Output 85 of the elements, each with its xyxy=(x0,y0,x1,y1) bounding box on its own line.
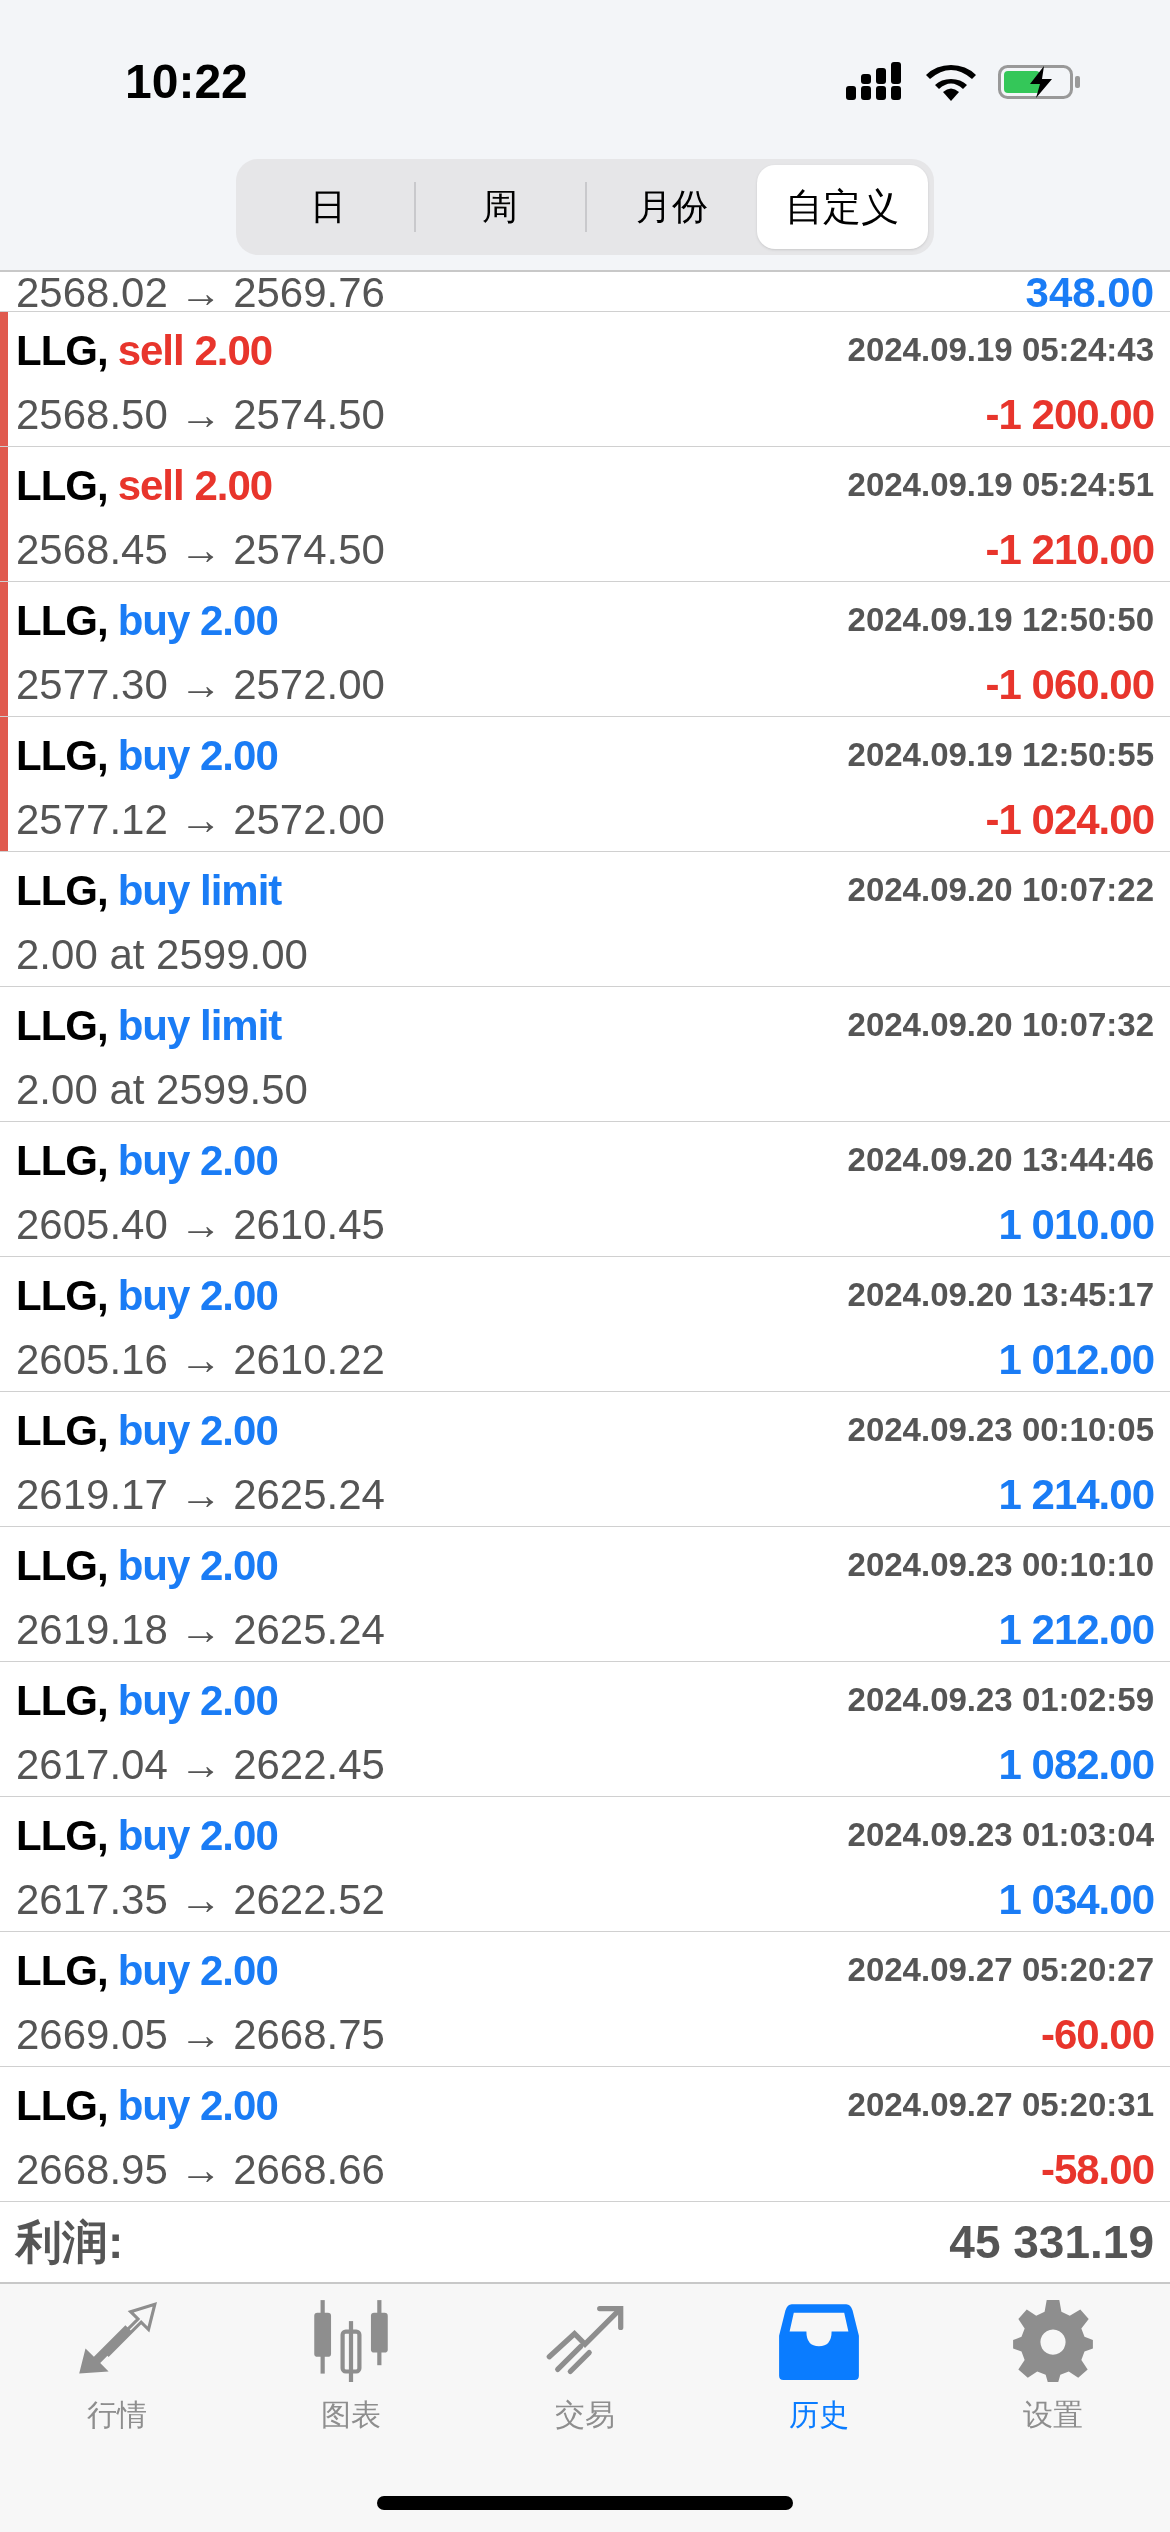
status-time: 10:22 xyxy=(125,53,248,110)
symbol-name: LLG, xyxy=(16,1000,108,1051)
total-profit: 45 331.19 xyxy=(949,2214,1154,2270)
profit-value: 348.00 xyxy=(1025,272,1154,311)
trade-action: buy 2.00 xyxy=(117,1675,278,1726)
profit-value: 1 212.00 xyxy=(998,1605,1154,1655)
trade-time: 2024.09.23 01:03:04 xyxy=(847,1815,1154,1856)
profit-value: -60.00 xyxy=(1040,2010,1154,2060)
symbol-name: LLG, xyxy=(16,1405,108,1456)
price-range: 2619.18 → 2625.24 xyxy=(16,1605,385,1655)
price-range: 2668.95 → 2668.66 xyxy=(16,2145,385,2195)
trade-action: buy limit xyxy=(117,1000,282,1051)
symbol-name: LLG, xyxy=(16,730,108,781)
symbol-name: LLG, xyxy=(16,1270,108,1321)
trade-action: buy 2.00 xyxy=(117,730,278,781)
trade-action: buy 2.00 xyxy=(117,1270,278,1321)
trade-action: sell 2.00 xyxy=(117,460,273,511)
symbol-name: LLG, xyxy=(16,1945,108,1996)
trade-time: 2024.09.27 05:20:27 xyxy=(847,1950,1154,1991)
profit-value: -1 200.00 xyxy=(985,390,1154,440)
segment-tab[interactable]: 月份 xyxy=(587,165,757,249)
trade-time: 2024.09.23 00:10:05 xyxy=(847,1410,1154,1451)
trade-time: 2024.09.19 12:50:50 xyxy=(847,600,1154,641)
price-range: 2568.02 → 2569.76 xyxy=(16,272,385,311)
trade-time: 2024.09.20 13:44:46 xyxy=(847,1140,1154,1181)
symbol-name: LLG, xyxy=(16,1810,108,1861)
symbol-name: LLG, xyxy=(16,595,108,646)
price-range: 2577.12 → 2572.00 xyxy=(16,795,385,845)
trade-action: buy limit xyxy=(117,865,282,916)
total-label: 利润: xyxy=(16,2214,124,2270)
profit-value: 1 082.00 xyxy=(998,1740,1154,1790)
segment-tab[interactable]: 日 xyxy=(242,165,414,249)
trade-action: buy 2.00 xyxy=(117,1540,278,1591)
profit-value: -1 024.00 xyxy=(985,795,1154,845)
price-range: 2568.45 → 2574.50 xyxy=(16,525,385,575)
wifi-icon xyxy=(926,62,976,101)
settings-icon xyxy=(1011,2298,1095,2382)
price-range: 2617.04 → 2622.45 xyxy=(16,1740,385,1790)
price-range: 2577.30 → 2572.00 xyxy=(16,660,385,710)
price-range: 2568.50 → 2574.50 xyxy=(16,390,385,440)
tab-bar-item[interactable]: 设置 xyxy=(936,2298,1170,2437)
trade-time: 2024.09.20 10:07:22 xyxy=(847,870,1154,911)
order-details: 2.00 at 2599.00 xyxy=(16,930,308,980)
profit-value: -1 060.00 xyxy=(985,660,1154,710)
symbol-name: LLG, xyxy=(16,1540,108,1591)
price-range: 2619.17 → 2625.24 xyxy=(16,1470,385,1520)
trade-time: 2024.09.27 05:20:31 xyxy=(847,2085,1154,2126)
tab-bar-item[interactable]: 图表 xyxy=(234,2298,468,2437)
trade-time: 2024.09.19 12:50:55 xyxy=(847,735,1154,776)
profit-value: 1 012.00 xyxy=(998,1335,1154,1385)
profit-value: 1 034.00 xyxy=(998,1875,1154,1925)
order-details: 2.00 at 2599.50 xyxy=(16,1065,308,1115)
symbol-name: LLG, xyxy=(16,1675,108,1726)
trade-action: buy 2.00 xyxy=(117,1405,278,1456)
price-range: 2669.05 → 2668.75 xyxy=(16,2010,385,2060)
profit-value: 1 214.00 xyxy=(998,1470,1154,1520)
tab-bar-item[interactable]: 交易 xyxy=(468,2298,702,2437)
profit-value: -58.00 xyxy=(1040,2145,1154,2195)
trade-time: 2024.09.23 01:02:59 xyxy=(847,1680,1154,1721)
trade-action: buy 2.00 xyxy=(117,1810,278,1861)
price-range: 2617.35 → 2622.52 xyxy=(16,1875,385,1925)
trade-action: sell 2.00 xyxy=(117,325,273,376)
trade-time: 2024.09.23 00:10:10 xyxy=(847,1545,1154,1586)
profit-value: 1 010.00 xyxy=(998,1200,1154,1250)
tab-bar-item[interactable]: 行情 xyxy=(0,2298,234,2437)
signal-icon xyxy=(846,61,904,102)
trade-action: buy 2.00 xyxy=(117,1945,278,1996)
symbol-name: LLG, xyxy=(16,865,108,916)
segment-tab[interactable]: 周 xyxy=(415,165,585,249)
symbol-name: LLG, xyxy=(16,2080,108,2131)
trade-time: 2024.09.19 05:24:43 xyxy=(847,330,1154,371)
symbol-name: LLG, xyxy=(16,460,108,511)
symbol-name: LLG, xyxy=(16,325,108,376)
tab-bar-item[interactable]: 历史 xyxy=(702,2298,936,2437)
trade-time: 2024.09.20 10:07:32 xyxy=(847,1005,1154,1046)
price-range: 2605.40 → 2610.45 xyxy=(16,1200,385,1250)
symbol-name: LLG, xyxy=(16,1135,108,1186)
trade-action: buy 2.00 xyxy=(117,2080,278,2131)
trade-action: buy 2.00 xyxy=(117,1135,278,1186)
trade-time: 2024.09.19 05:24:51 xyxy=(847,465,1154,506)
price-range: 2605.16 → 2610.22 xyxy=(16,1335,385,1385)
trade-time: 2024.09.20 13:45:17 xyxy=(847,1275,1154,1316)
profit-value: -1 210.00 xyxy=(985,525,1154,575)
segment-tab[interactable]: 自定义 xyxy=(756,165,928,249)
trade-action: buy 2.00 xyxy=(117,595,278,646)
